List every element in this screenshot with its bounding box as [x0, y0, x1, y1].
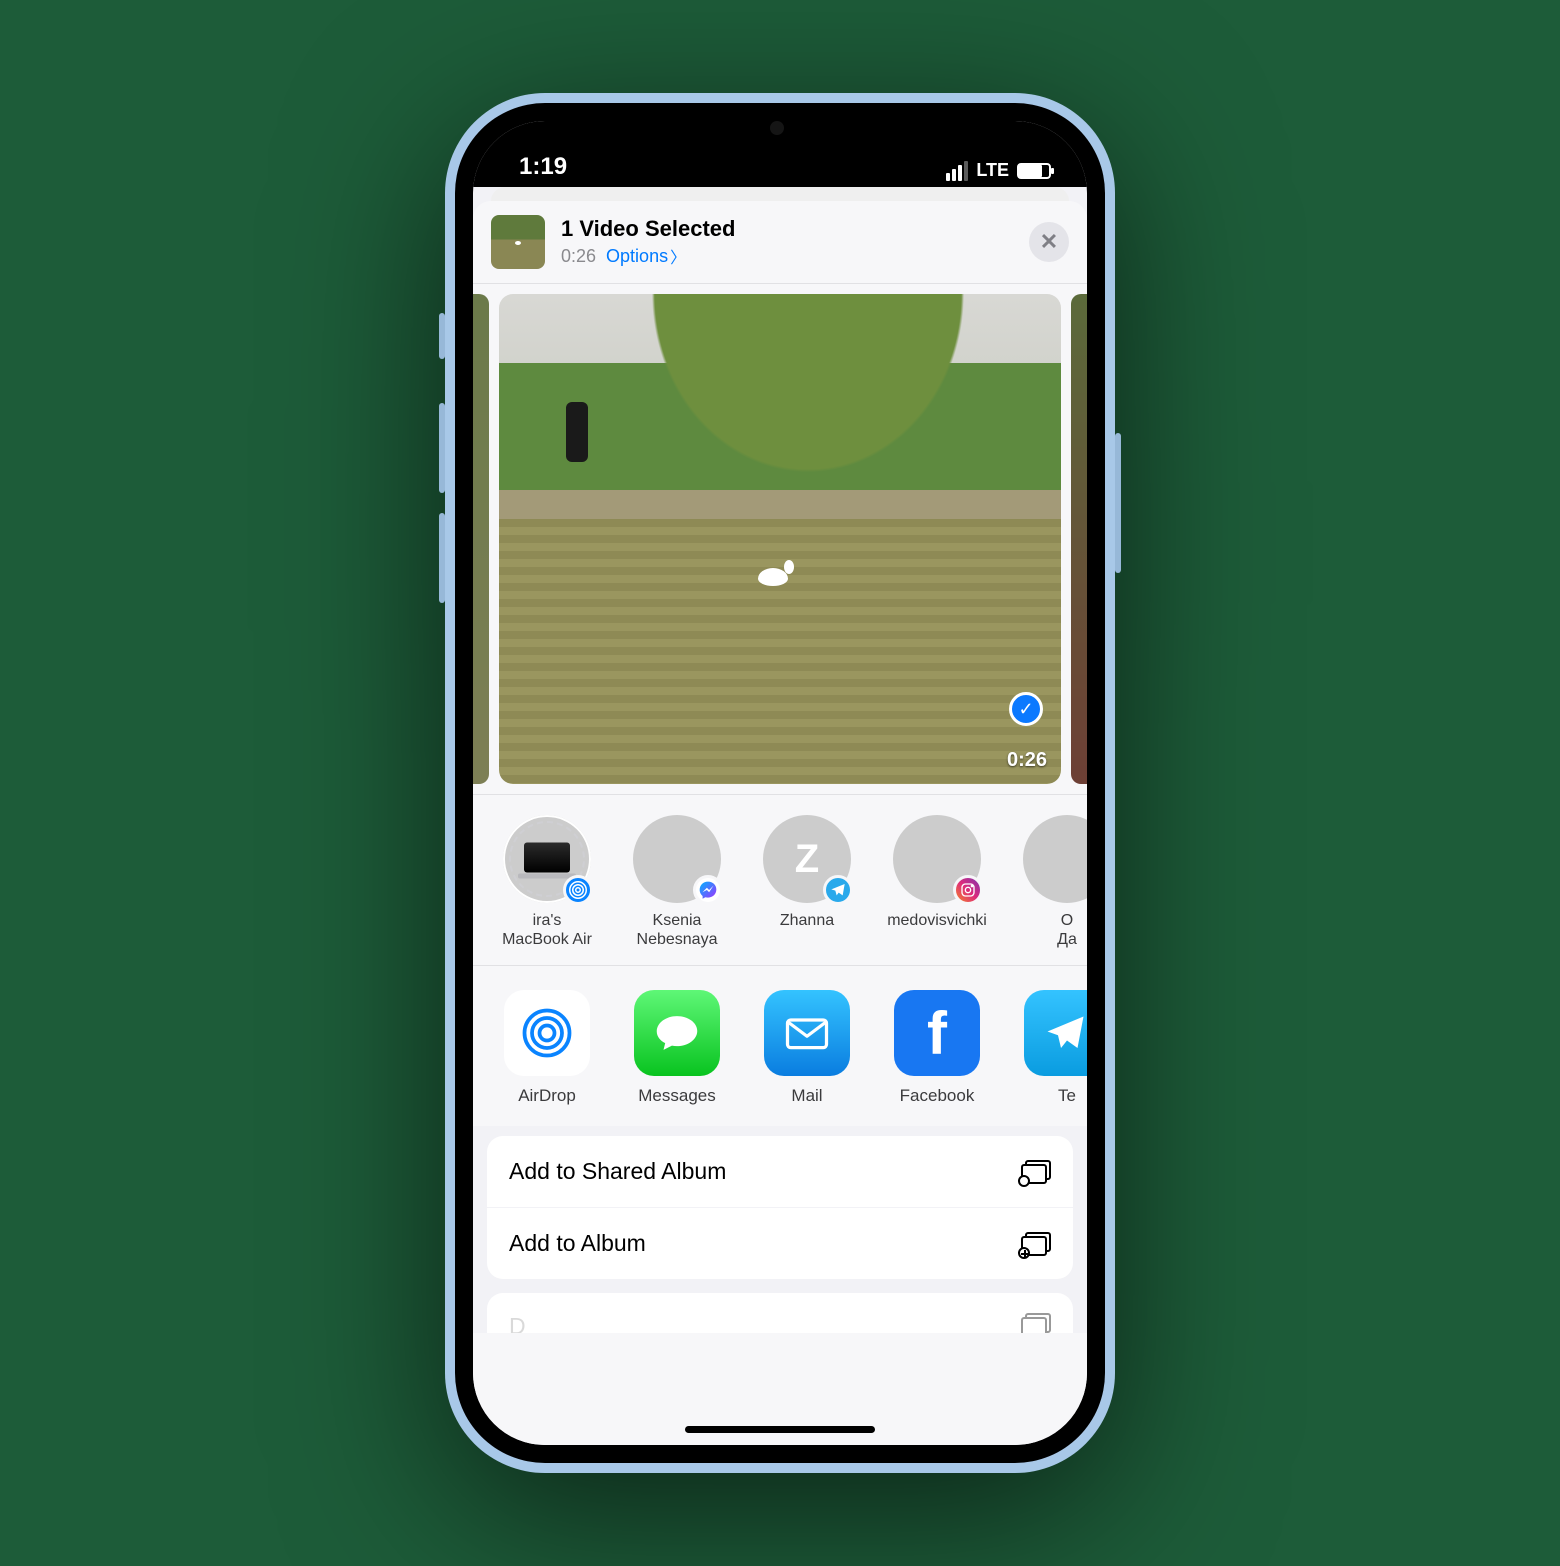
chevron-right-icon: 〉 [670, 244, 686, 268]
airdrop-badge-icon [563, 875, 593, 905]
messenger-badge-icon [693, 875, 723, 905]
share-apps-row[interactable]: AirDrop Messages Mail [473, 966, 1087, 1126]
contact-airdrop-device[interactable]: ira's MacBook Air [495, 815, 599, 949]
messages-icon [634, 990, 720, 1076]
options-button[interactable]: Options 〉 [606, 244, 686, 268]
selection-thumbnail [491, 215, 545, 269]
app-label: Te [1015, 1086, 1087, 1106]
preview-carousel[interactable]: ✓ 0:26 [473, 284, 1087, 795]
notch [640, 103, 920, 145]
airdrop-icon [504, 990, 590, 1076]
telegram-icon [1024, 990, 1087, 1076]
action-label: Add to Shared Album [509, 1158, 726, 1185]
mail-icon [764, 990, 850, 1076]
selected-check-icon: ✓ [1009, 692, 1043, 726]
contact-label: Zhanna [755, 911, 859, 930]
duplicate-icon [1021, 1313, 1051, 1333]
volume-up-button[interactable] [439, 403, 445, 493]
app-label: AirDrop [495, 1086, 599, 1106]
action-add-shared-album[interactable]: Add to Shared Album [487, 1136, 1073, 1207]
share-actions-list: Add to Shared Album Add to Album D [473, 1126, 1087, 1333]
sheet-header: 1 Video Selected 0:26 Options 〉 ✕ [473, 201, 1087, 284]
phone-frame: 1:19 LTE 1 Video Selected 0:26 [445, 93, 1115, 1473]
share-sheet: 1 Video Selected 0:26 Options 〉 ✕ [473, 201, 1087, 1445]
contact-person[interactable]: О Да [1015, 815, 1087, 949]
action-duplicate-peek[interactable]: D [487, 1293, 1073, 1333]
contact-person[interactable]: medovisvichki [885, 815, 989, 949]
preview-next-peek[interactable] [1071, 294, 1087, 784]
app-label: Messages [625, 1086, 729, 1106]
contact-person[interactable]: Z Zhanna [755, 815, 859, 949]
action-label: Add to Album [509, 1230, 646, 1257]
contact-person[interactable]: Ksenia Nebesnaya [625, 815, 729, 949]
home-indicator[interactable] [685, 1426, 875, 1433]
app-telegram[interactable]: Te [1015, 990, 1087, 1106]
options-label: Options [606, 246, 668, 267]
contact-label: Nebesnaya [625, 930, 729, 949]
sheet-duration: 0:26 [561, 246, 596, 267]
app-mail[interactable]: Mail [755, 990, 859, 1106]
preview-selected-video[interactable]: ✓ 0:26 [499, 294, 1061, 784]
video-duration-badge: 0:26 [1007, 749, 1047, 772]
clock: 1:19 [519, 153, 567, 181]
app-label: Facebook [885, 1086, 989, 1106]
sheet-title: 1 Video Selected [561, 216, 1013, 242]
macbook-icon [524, 843, 570, 873]
app-messages[interactable]: Messages [625, 990, 729, 1106]
power-button[interactable] [1115, 433, 1121, 573]
share-contacts-row[interactable]: ira's MacBook Air Ksenia Nebesnaya [473, 795, 1087, 966]
network-label: LTE [976, 160, 1009, 181]
app-airdrop[interactable]: AirDrop [495, 990, 599, 1106]
stacked-card-hint [491, 187, 1069, 201]
action-add-album[interactable]: Add to Album [487, 1208, 1073, 1279]
contact-label: О [1015, 911, 1087, 930]
telegram-badge-icon [823, 875, 853, 905]
cell-signal-icon [946, 161, 968, 181]
silence-switch[interactable] [439, 313, 445, 359]
facebook-icon: f [894, 990, 980, 1076]
contact-label: ira's [495, 911, 599, 930]
contact-label: Ksenia [625, 911, 729, 930]
volume-down-button[interactable] [439, 513, 445, 603]
contact-label: Да [1015, 930, 1087, 949]
instagram-badge-icon [953, 875, 983, 905]
action-label: D [509, 1313, 526, 1325]
battery-icon [1017, 163, 1051, 179]
app-facebook[interactable]: f Facebook [885, 990, 989, 1106]
shared-album-icon [1021, 1160, 1051, 1184]
preview-prev-peek[interactable] [473, 294, 489, 784]
app-label: Mail [755, 1086, 859, 1106]
album-icon [1021, 1232, 1051, 1256]
contact-label: MacBook Air [495, 930, 599, 949]
contact-label: medovisvichki [885, 911, 989, 930]
close-button[interactable]: ✕ [1029, 222, 1069, 262]
